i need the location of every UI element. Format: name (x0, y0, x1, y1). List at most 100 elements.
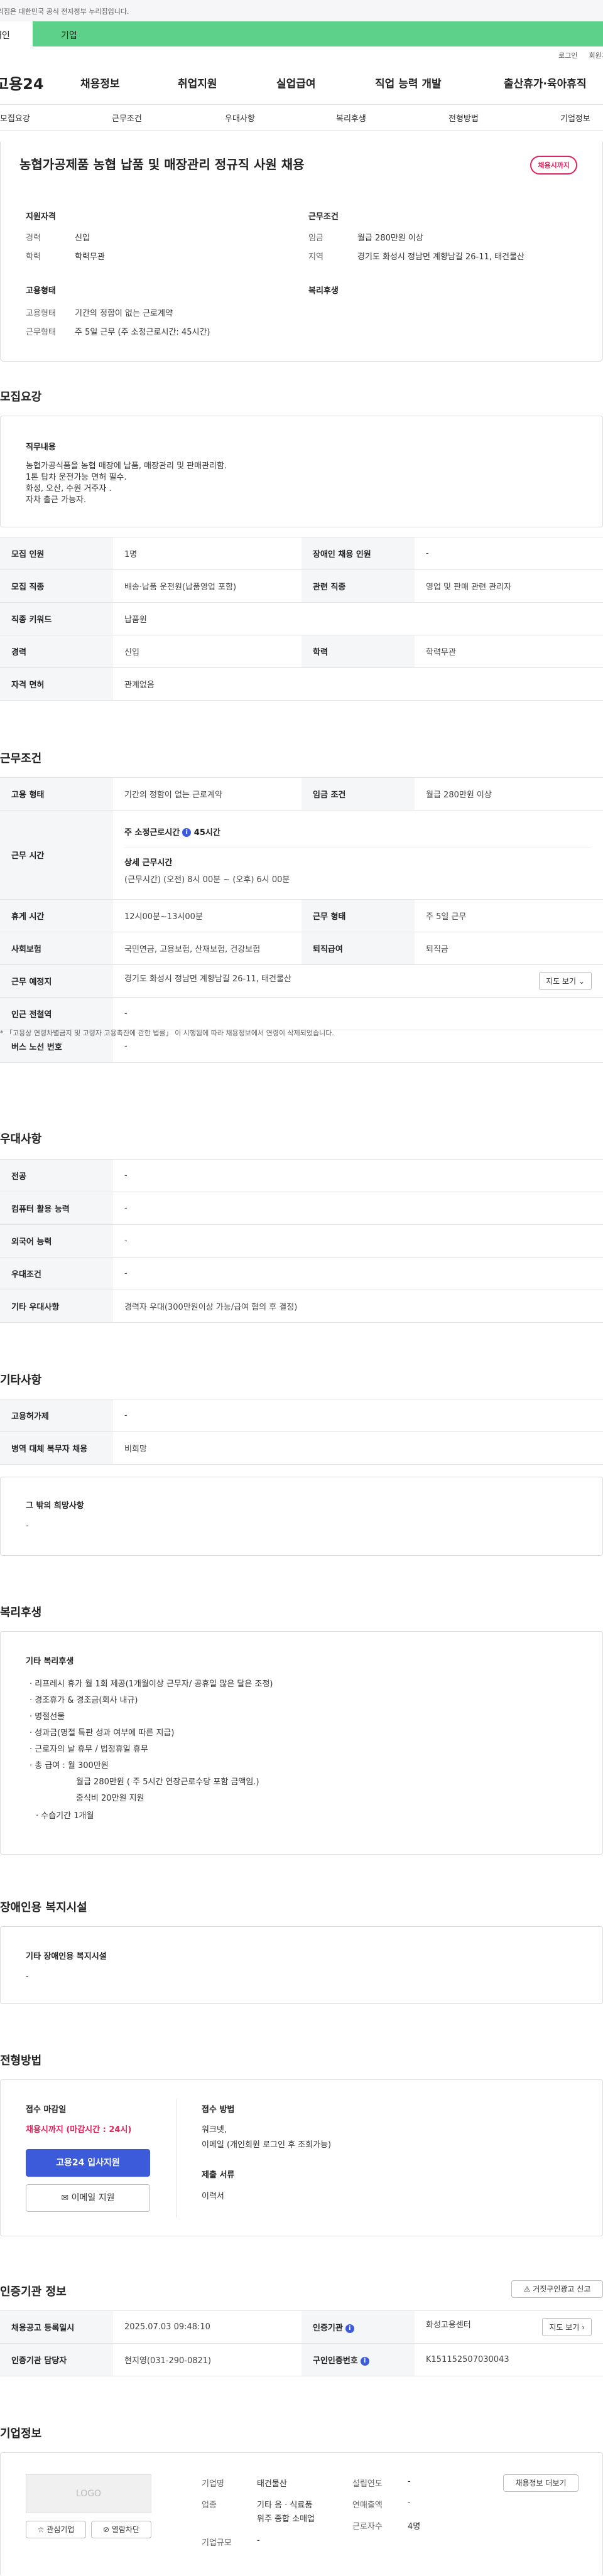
hours-cell: 주 소정근로시간 i 45시간 상세 근무시간 (근무시간) (오전) 8시 00… (113, 810, 603, 900)
star-icon: ☆ (37, 2525, 45, 2534)
recruit-title: 모집요강 (0, 391, 42, 404)
subnav-preference[interactable]: 우대사항 (225, 112, 255, 124)
table-row: 외국어 능력 - (0, 1224, 603, 1258)
worktype-row: 근무형태 주 5일 근무 (주 소정근로시간: 45시간) (26, 325, 210, 337)
hours-main: 주 소정근로시간 i 45시간 (124, 826, 592, 838)
career-value: 신입 (75, 234, 90, 243)
row-label: 인근 전철역 (0, 997, 113, 1030)
edu-value: 학력무관 (75, 252, 105, 262)
tab-personal-label: 개인 (0, 31, 10, 41)
work-title: 근무조건 (0, 752, 42, 765)
subnav-selection[interactable]: 전형방법 (448, 112, 479, 124)
place-cell: 경기도 화성시 정남면 계향남길 26-11, 태건물산 지도 보기 ⌄ (113, 964, 603, 998)
login-link[interactable]: 로그인 (558, 50, 577, 60)
table-row: 우대조건 - (0, 1257, 603, 1290)
row-value: 관계없음 (113, 667, 603, 701)
tab-company-label: 기업 (61, 31, 77, 41)
gnb-item-parental-leave[interactable]: 출산휴가·육아휴직 (504, 75, 587, 90)
agency-map-button[interactable]: 지도 보기 › (542, 2318, 592, 2336)
method-line-2: 이메일 (개인회원 로그인 후 조회가능) (202, 2140, 332, 2150)
docs-heading: 제출 서류 (202, 2170, 235, 2180)
pay-value: 월급 280만원 이상 (357, 234, 423, 243)
table-row: 고용허가제 - (0, 1399, 603, 1432)
email-apply-label: 이메일 지원 (71, 2193, 115, 2203)
site-logo[interactable]: 고용24 (0, 72, 77, 94)
row-label: 직종 키워드 (0, 602, 113, 635)
row-value: K151152507030043 (415, 2343, 603, 2376)
table-row: 인근 전철역 - (0, 997, 603, 1030)
row-label: 관련 직종 (302, 569, 415, 603)
apply-button[interactable]: 고용24 입사지원 (26, 2149, 150, 2177)
row-label: 근무 예정지 (0, 964, 113, 998)
row-value: - (113, 1159, 603, 1192)
disabled-box-heading: 기타 장애인용 복지시설 (26, 1952, 107, 1961)
gov-notice-strip: 이 누리집은 대한민국 공식 전자정부 누리집입니다. (0, 0, 603, 21)
deadline-heading: 접수 마감일 (26, 2105, 67, 2115)
table-row: 인증기관 담당자 현지영(031-290-0821) 구인인증번호 i K1511525… (0, 2343, 603, 2376)
favorite-company-button[interactable]: ☆ 관심기업 (26, 2521, 86, 2538)
row-label: 임금 조건 (302, 777, 415, 811)
more-jobs-button[interactable]: 채용정보 더보기 (503, 2474, 579, 2492)
subnav-recruit[interactable]: 모집요강 (0, 112, 30, 124)
gnb-item-jobs[interactable]: 채용정보 (80, 75, 120, 90)
gnb-item-job-training[interactable]: 직업 능력 개발 (375, 75, 442, 90)
disabled-title: 장애인용 복지시설 (0, 1901, 87, 1914)
row-value: 학력무관 (415, 635, 603, 668)
table-row: 직종 키워드 납품원 (0, 602, 603, 635)
map-button[interactable]: 지도 보기 ⌄ (539, 972, 592, 990)
welfare-line: · 경조휴가 & 경조금(회사 내규) (30, 1696, 138, 1705)
info-icon[interactable]: i (360, 2356, 369, 2366)
table-row: 근무 예정지 경기도 화성시 정남면 계향남길 26-11, 태건물산 지도 보기 … (0, 964, 603, 998)
table-row: 채용공고 등록일시 2025.07.03 09:48:10 인증기관 i 화성고용센터 지… (0, 2310, 603, 2344)
block-view-button[interactable]: ⊘ 열람차단 (91, 2521, 151, 2538)
report-button[interactable]: ⚠ 거짓구인광고 신고 (511, 2280, 603, 2298)
row-value: 주 5일 근무 (415, 899, 603, 932)
welfare-card: 기타 복리후생 · 리프레시 휴가 월 1회 제공(1개월이상 근무자/ 공휴일… (0, 1631, 603, 1855)
email-apply-button[interactable]: ✉ 이메일 지원 (26, 2184, 150, 2212)
subnav-welfare[interactable]: 복리후생 (336, 112, 366, 124)
tab-company[interactable]: 기업 (33, 21, 603, 46)
gnb-item-employment-support[interactable]: 취업지원 (178, 75, 217, 90)
info-icon[interactable]: i (182, 828, 192, 837)
hope-value: - (26, 1521, 29, 1531)
chevron-right-icon: › (582, 2323, 585, 2332)
deadline-value: 채용시까지 (마감시간 : 24시) (26, 2125, 132, 2135)
subnav-company[interactable]: 기업정보 (560, 112, 590, 124)
row-label: 전공 (0, 1159, 113, 1192)
row-label: 사회보험 (0, 932, 113, 965)
row-label: 경력 (0, 635, 113, 668)
employees-value: 4명 (408, 2522, 421, 2531)
duty-line-3: 화성, 오산, 수원 거주자 . (26, 484, 112, 493)
row-value: 납품원 (113, 602, 603, 635)
edu-label: 학력 (26, 252, 41, 262)
welfare-line: · 수습기간 1개월 (36, 1811, 94, 1821)
join-link[interactable]: 회원가입 (589, 50, 603, 60)
industry-line-1: 기타 음 · 식료품 (257, 2501, 313, 2510)
company-title: 기업정보 (0, 2427, 42, 2440)
agency-value: 화성고용센터 (426, 2320, 471, 2330)
company-logo: LOGO (26, 2474, 151, 2513)
subnav-conditions[interactable]: 근무조건 (112, 112, 142, 124)
row-value: 영업 및 판매 관련 관리자 (415, 569, 603, 603)
block-label: 열람차단 (111, 2525, 140, 2534)
welfare-line: · 명절선물 (30, 1712, 65, 1722)
hours-main-label: 주 소정근로시간 (124, 827, 180, 838)
docs-value: 이력서 (202, 2192, 224, 2201)
section-nav: 모집요강 근무조건 우대사항 복리후생 전형방법 기업정보 (0, 104, 603, 131)
row-value: 1명 (113, 537, 302, 570)
recruit-table: 모집 인원 1명 장애인 채용 인원 - 모집 직종 배송·납품 운전원(납품영업 포함… (0, 537, 603, 701)
qual-heading: 지원자격 (26, 212, 56, 222)
cert-no-label: 구인인증번호 (313, 2356, 358, 2366)
table-row: 컴퓨터 활용 능력 - (0, 1192, 603, 1225)
gnb-item-unemployment-benefit[interactable]: 실업급여 (276, 75, 316, 90)
apply-title: 전형방법 (0, 2054, 42, 2067)
row-value: 국민연금, 고용보험, 산재보험, 건강보험 (113, 932, 302, 965)
row-value: 비희망 (113, 1431, 603, 1465)
duty-heading: 직무내용 (26, 443, 56, 452)
company-name-value: 태건물산 (257, 2479, 287, 2489)
pref-table: 전공 - 컴퓨터 활용 능력 - 외국어 능력 - 우대조건 - 기타 우대사항 경력자 … (0, 1159, 603, 1323)
tab-personal[interactable]: 개인 (0, 21, 33, 46)
job-title: 농협가공제품 농협 납품 및 매장관리 정규직 사원 채용 (19, 157, 305, 172)
info-icon[interactable]: i (345, 2324, 354, 2333)
agency-title: 인증기관 정보 (0, 2285, 67, 2298)
